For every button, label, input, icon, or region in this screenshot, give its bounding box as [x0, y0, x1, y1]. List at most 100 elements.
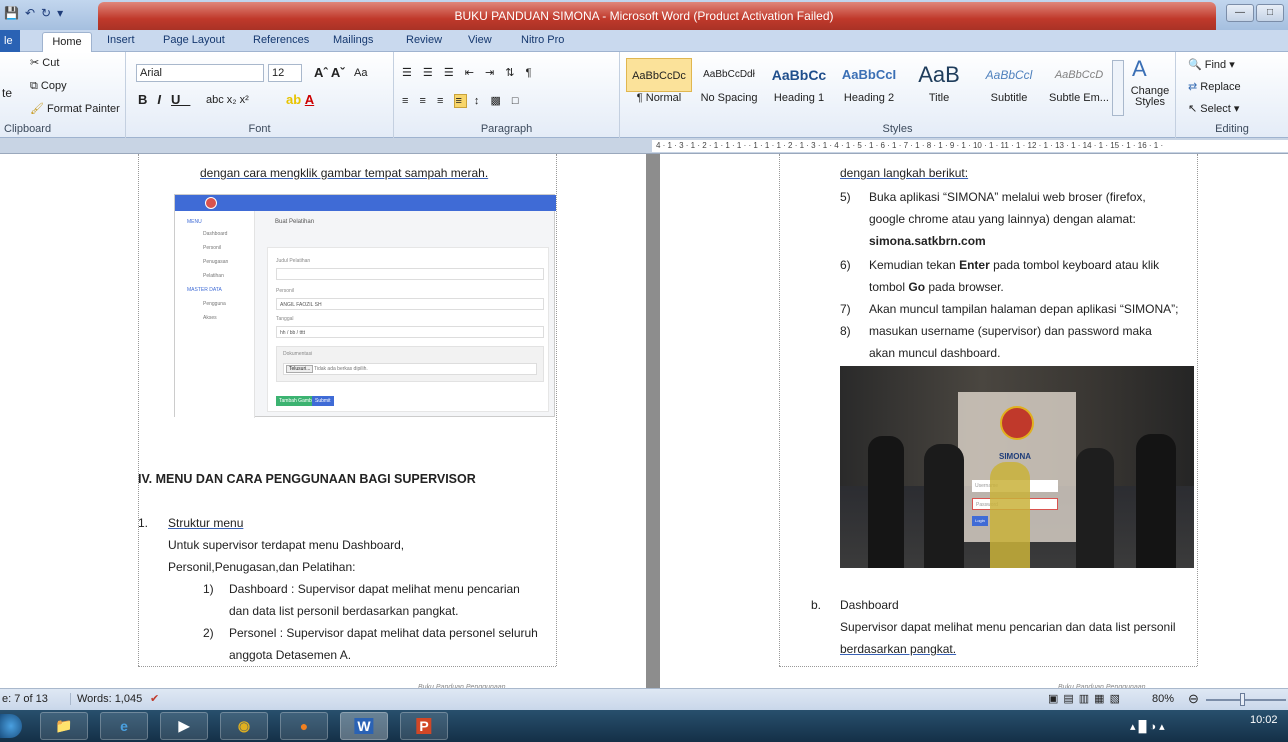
body-text: Personel : Supervisor dapat melihat data…	[229, 626, 538, 640]
taskbar: 📁 e ▶ ◉ ● W P ▴ █ ◑ ▴ 10:02	[0, 710, 1288, 742]
scissors-icon: ✂	[30, 57, 40, 69]
cut-button[interactable]: ✂ Cut	[30, 56, 59, 69]
font-name-select[interactable]: Arial	[136, 64, 264, 82]
horizontal-ruler[interactable]: 4 · 1 · 3 · 1 · 2 · 1 · 1 · 1 · · 1 · 1 …	[0, 138, 1288, 154]
section-heading: IV. MENU DAN CARA PENGGUNAAN BAGI SUPERV…	[138, 472, 476, 486]
body-text: masukan username (supervisor) dan passwo…	[869, 324, 1152, 338]
tray-icons[interactable]: ▴ █ ◑ ▴	[1130, 720, 1165, 733]
select-label: Select	[1200, 103, 1231, 115]
explorer-taskbar-icon[interactable]: 📁	[40, 712, 88, 740]
app-file-button: Telusuri...	[286, 365, 314, 373]
editing-label: Editing	[1215, 123, 1249, 135]
app-submit-button: Submit	[312, 396, 334, 406]
app-page-title: Buat Pelatihan	[275, 219, 315, 225]
proofing-icon[interactable]: ✔	[150, 692, 159, 705]
replace-button[interactable]: ⇄ Replace	[1188, 80, 1241, 93]
clock[interactable]: 10:02	[1250, 714, 1278, 726]
list-item-title: Dashboard	[840, 598, 899, 612]
body-text: Untuk supervisor terdapat menu Dashboard…	[168, 538, 405, 552]
zoom-slider-thumb[interactable]	[1240, 693, 1245, 706]
chrome-taskbar-icon[interactable]: ◉	[220, 712, 268, 740]
cut-label: Cut	[42, 57, 60, 69]
select-button[interactable]: ↖ Select ▾	[1188, 102, 1239, 115]
change-case-button[interactable]: Aa	[354, 67, 367, 79]
zoom-level[interactable]: 80%	[1152, 693, 1174, 705]
style-name: Subtle Em...	[1049, 92, 1109, 104]
media-taskbar-icon[interactable]: ▶	[160, 712, 208, 740]
app-file-text: Tidak ada berkas dipilih.	[314, 366, 368, 372]
body-text: dengan langkah berikut:	[840, 166, 969, 180]
styles-scroll[interactable]	[1112, 60, 1124, 116]
format-painter-button[interactable]: 🖌 Format Painter	[30, 102, 120, 115]
copy-button[interactable]: ⧉ Copy	[30, 80, 67, 93]
app-field-label: Dokumentasi	[283, 351, 313, 357]
style-preview: AaBbCcl	[985, 68, 1033, 82]
page-left: dengan cara mengklik gambar tempat sampa…	[0, 154, 646, 691]
list-number: 6)	[840, 258, 851, 272]
list-buttons[interactable]: ☰ ☰ ☰ ⇤ ⇥ ⇅ ¶	[402, 66, 535, 79]
page-count[interactable]: e: 7 of 13	[2, 693, 48, 705]
minimize-button[interactable]: —	[1226, 4, 1254, 22]
find-button[interactable]: 🔍 Find ▾	[1188, 58, 1235, 71]
tab-insert[interactable]: Insert	[107, 34, 135, 46]
ie-taskbar-icon[interactable]: e	[100, 712, 148, 740]
firefox-taskbar-icon[interactable]: ●	[280, 712, 328, 740]
list-number: 5)	[840, 190, 851, 204]
style-name: Subtitle	[990, 92, 1028, 104]
word-count[interactable]: Words: 1,045	[70, 693, 142, 705]
style-preview: AaB	[918, 62, 960, 87]
app-field-input: ANGIL FAOZIL SH	[276, 298, 544, 310]
style-subtitle[interactable]: AaBbCcl Subtitle	[976, 58, 1042, 116]
binoculars-icon: 🔍	[1188, 59, 1202, 71]
photo-brand: SIMONA	[999, 452, 1031, 461]
app-logo-icon	[205, 197, 217, 209]
text-span: pada tombol keyboard atau klik	[989, 258, 1160, 272]
app-menu-item: Dashboard	[203, 231, 228, 237]
tab-home[interactable]: Home	[42, 32, 92, 53]
font-size-select[interactable]: 12	[268, 64, 302, 82]
maximize-button[interactable]: □	[1256, 4, 1284, 22]
tab-view[interactable]: View	[468, 34, 492, 46]
tab-review[interactable]: Review	[406, 34, 442, 46]
tab-nitro-pro[interactable]: Nitro Pro	[521, 34, 564, 46]
app-master-heading: MASTER DATA	[187, 287, 222, 293]
paste-button[interactable]: te	[2, 86, 12, 100]
style-title[interactable]: AaB Title	[906, 58, 972, 116]
body-text: akan muncul dashboard.	[869, 346, 1001, 360]
view-buttons[interactable]: ▣▤▥▦▧	[1048, 692, 1125, 705]
file-tab[interactable]: le	[0, 30, 20, 52]
zoom-slider[interactable]	[1206, 699, 1286, 701]
margin-line	[138, 666, 556, 667]
tab-page-layout[interactable]: Page Layout	[163, 34, 225, 46]
highlight-color-button[interactable]: ab A	[286, 92, 314, 107]
style-no-spacing[interactable]: AaBbCcDdł No Spacing	[696, 58, 762, 116]
word-taskbar-icon[interactable]: W	[340, 712, 388, 740]
style-preview: AaBbCcD	[1054, 69, 1104, 81]
body-text: dengan cara mengklik gambar tempat sampa…	[200, 166, 489, 180]
app-field-label: Tanggal	[276, 316, 294, 322]
style-heading-1[interactable]: AaBbCc Heading 1	[766, 58, 832, 116]
app-sidebar: MENU Dashboard Personil Penugasan Pelati…	[175, 211, 255, 418]
margin-line	[779, 154, 780, 666]
soldier-figure	[924, 444, 964, 568]
editing-group: 🔍 Find ▾ ⇄ Replace ↖ Select ▾ Editing	[1176, 52, 1288, 138]
start-button[interactable]	[0, 714, 22, 738]
style-heading-2[interactable]: AaBbCcI Heading 2	[836, 58, 902, 116]
paragraph-group: ☰ ☰ ☰ ⇤ ⇥ ⇅ ¶ ≡ ≡ ≡ ≡ ↕ ▩ □ Paragraph	[394, 52, 620, 138]
app-form: Judul Pelatihan Personil ANGIL FAOZIL SH…	[267, 247, 549, 412]
align-buttons[interactable]: ≡ ≡ ≡ ≡ ↕ ▩ □	[402, 94, 523, 108]
zoom-out-button[interactable]: ⊖	[1188, 691, 1199, 707]
change-styles-button[interactable]: Change Styles	[1128, 86, 1172, 108]
tab-mailings[interactable]: Mailings	[333, 34, 373, 46]
grow-font-button[interactable]: Aˆ Aˇ	[314, 65, 345, 80]
style-subtle-emphasis[interactable]: AaBbCcD Subtle Em...	[1046, 58, 1112, 116]
paragraph-label: Paragraph	[480, 123, 533, 135]
list-number: 7)	[840, 302, 851, 316]
tab-references[interactable]: References	[253, 34, 309, 46]
style-normal[interactable]: AaBbCcDc ¶ Normal	[626, 58, 692, 116]
bold-italic-underline[interactable]: BIU	[138, 92, 190, 107]
strike-sub-super-buttons[interactable]: abc x₂ x²	[206, 94, 249, 106]
list-number: 1)	[203, 582, 214, 596]
list-number: 2)	[203, 626, 214, 640]
powerpoint-taskbar-icon[interactable]: P	[400, 712, 448, 740]
